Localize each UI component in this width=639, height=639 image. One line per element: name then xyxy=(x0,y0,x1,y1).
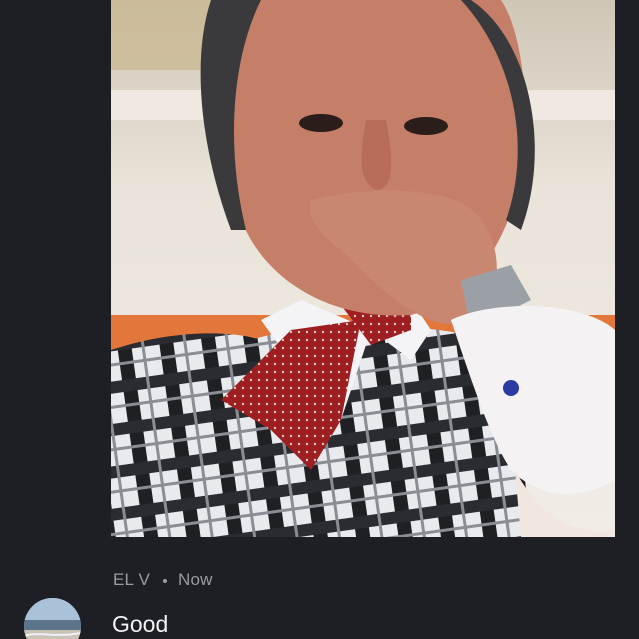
post-photo[interactable] xyxy=(111,0,615,537)
avatar-beach-photo-icon xyxy=(24,598,81,639)
message-text: Good xyxy=(112,611,169,637)
chat-thread: EL V Now Good xyxy=(0,0,639,639)
avatar[interactable] xyxy=(24,598,81,639)
timestamp: Now xyxy=(178,570,213,589)
message-meta: EL V Now xyxy=(113,570,213,590)
portrait-photo-icon xyxy=(111,0,615,537)
separator-dot xyxy=(163,579,168,583)
author-name[interactable]: EL V xyxy=(113,570,150,590)
